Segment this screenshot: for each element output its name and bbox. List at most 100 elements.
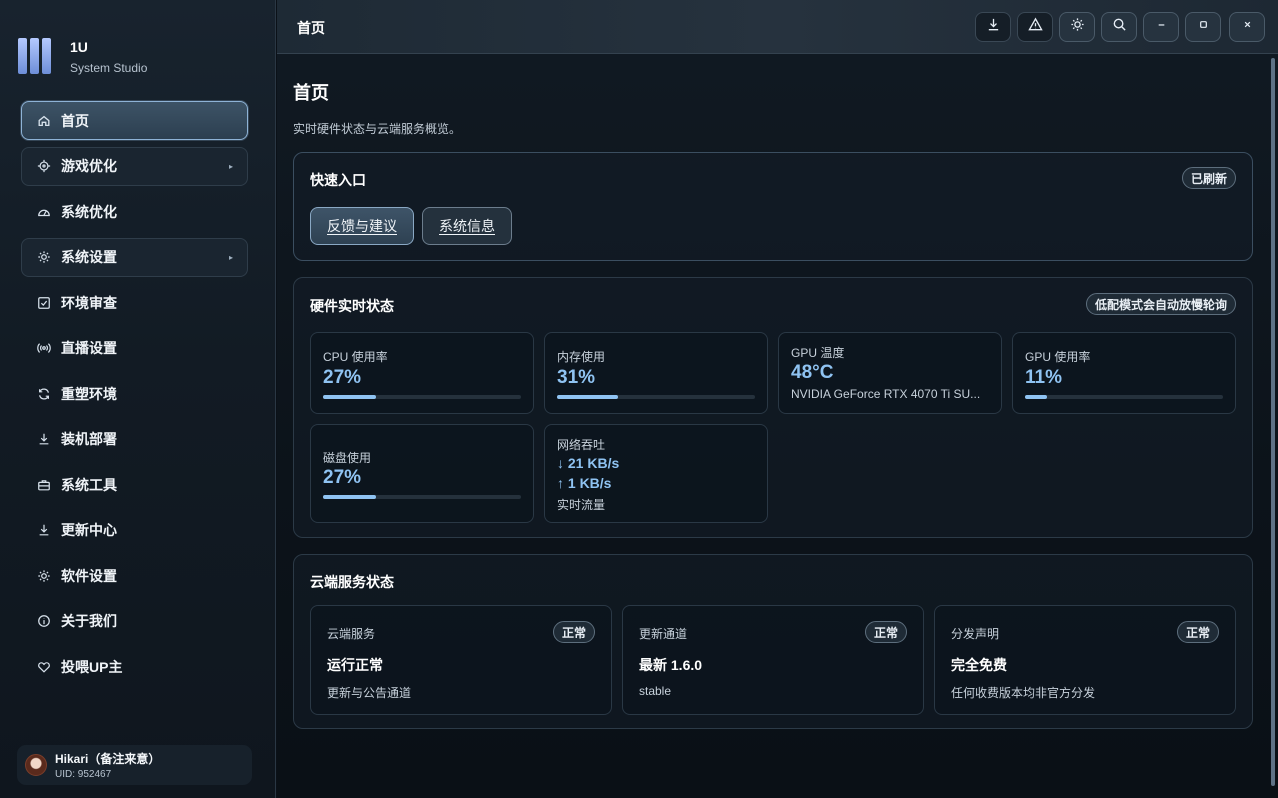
sidebar-item-reset-env[interactable]: 重塑环境: [21, 374, 248, 413]
download-button[interactable]: [975, 12, 1011, 42]
distribution-notice-tile: 分发声明 正常 完全免费 任何收费版本均非官方分发: [934, 605, 1236, 715]
crosshair-icon: [37, 159, 51, 173]
cloud-service-tile: 云端服务 正常 运行正常 更新与公告通道: [310, 605, 612, 715]
sidebar-item-system-optimize[interactable]: 系统优化: [21, 192, 248, 231]
disk-usage-bar-fill: [323, 495, 377, 499]
sidebar-item-game-optimize[interactable]: 游戏优化 ▸: [21, 146, 248, 186]
gauge-icon: [37, 205, 51, 219]
memory-usage-value: 31%: [557, 367, 596, 388]
sidebar-item-update-center[interactable]: 更新中心: [21, 511, 248, 550]
gpu-usage-tile: GPU 使用率 11%: [1012, 332, 1236, 414]
brand: 1U System Studio: [18, 38, 147, 75]
title-bar: 首页: [277, 0, 1278, 54]
user-profile[interactable]: Hikari（备注来意） UID: 952467: [17, 745, 252, 785]
page-title: 首页: [293, 83, 329, 103]
app-logo: [18, 38, 58, 74]
minimize-icon: [1154, 17, 1169, 37]
sidebar: 1U System Studio 首页 游戏优化 ▸ 系统优化 系统设置 ▸ 环…: [0, 0, 276, 798]
hardware-status-card: 硬件实时状态 低配模式会自动放慢轮询 CPU 使用率 27% 内存使用 31% …: [293, 277, 1253, 538]
window-title: 首页: [297, 20, 325, 36]
sidebar-item-label: 更新中心: [61, 522, 117, 538]
close-button[interactable]: [1229, 12, 1265, 42]
expand-caret-icon: ▸: [228, 161, 233, 171]
sidebar-nav: 首页 游戏优化 ▸ 系统优化 系统设置 ▸ 环境审查 直播设置 重塑环境 装机部…: [21, 101, 248, 693]
expand-caret-icon: ▸: [228, 252, 233, 262]
download-icon: [37, 432, 51, 446]
brand-subtitle: System Studio: [70, 61, 148, 75]
refresh-icon: [37, 387, 51, 401]
sidebar-item-system-tools[interactable]: 系统工具: [21, 465, 248, 504]
disk-usage-tile: 磁盘使用 27%: [310, 424, 534, 523]
refreshed-badge: 已刷新: [1181, 167, 1236, 189]
network-throughput-tile: 网络吞吐 ↓ 21 KB/s ↑ 1 KB/s 实时流量: [544, 424, 768, 523]
quick-entry-title: 快速入口: [310, 172, 366, 188]
cpu-usage-value: 27%: [323, 367, 362, 388]
sidebar-item-home[interactable]: 首页: [21, 101, 248, 140]
sidebar-item-donate[interactable]: 投喂UP主: [21, 647, 248, 686]
user-name: Hikari（备注来意）: [55, 752, 161, 766]
feedback-button[interactable]: 反馈与建议: [310, 207, 414, 245]
gpu-temp-value: 48°C: [791, 362, 834, 383]
cpu-usage-bar-fill: [323, 395, 377, 399]
page-subtitle: 实时硬件状态与云端服务概览。: [293, 122, 462, 136]
sidebar-item-deploy[interactable]: 装机部署: [21, 420, 248, 459]
disk-usage-value: 27%: [323, 467, 362, 488]
minimize-button[interactable]: [1143, 12, 1179, 42]
service-description: stable: [639, 684, 672, 698]
service-label: 云端服务: [327, 627, 376, 641]
service-label: 分发声明: [951, 627, 1000, 641]
sidebar-item-about[interactable]: 关于我们: [21, 602, 248, 641]
sidebar-item-label: 首页: [61, 112, 89, 129]
sidebar-item-env-check[interactable]: 环境审查: [21, 283, 248, 322]
sun-icon: [1070, 17, 1085, 37]
network-note: 实时流量: [557, 498, 606, 512]
warning-icon: [1027, 17, 1043, 37]
download-icon: [37, 523, 51, 537]
sidebar-item-label: 直播设置: [61, 340, 117, 356]
cpu-usage-tile: CPU 使用率 27%: [310, 332, 534, 414]
network-label: 网络吞吐: [557, 438, 606, 452]
theme-toggle-button[interactable]: [1059, 12, 1095, 42]
maximize-icon: [1196, 17, 1211, 37]
info-icon: [37, 614, 51, 628]
sidebar-item-system-settings[interactable]: 系统设置 ▸: [21, 237, 248, 277]
scrollbar[interactable]: [1271, 58, 1275, 786]
system-info-button[interactable]: 系统信息: [422, 207, 512, 245]
sidebar-item-label: 系统设置: [61, 249, 117, 265]
sidebar-item-label: 装机部署: [61, 431, 117, 447]
search-icon: [1112, 17, 1127, 37]
gpu-model-name: NVIDIA GeForce RTX 4070 Ti SU...: [791, 387, 981, 401]
sidebar-item-label: 系统优化: [61, 203, 117, 220]
memory-usage-tile: 内存使用 31%: [544, 332, 768, 414]
gpu-usage-bar-fill: [1025, 395, 1047, 399]
cloud-status-title: 云端服务状态: [310, 574, 394, 590]
warning-button[interactable]: [1017, 12, 1053, 42]
sidebar-item-live-settings[interactable]: 直播设置: [21, 329, 248, 368]
sidebar-item-label: 投喂UP主: [61, 658, 123, 675]
maximize-button[interactable]: [1185, 12, 1221, 42]
main-panel: 首页 首页 实时硬件状态与云端服务概览。 快速入口 已刷新 反馈与建议 系统信息…: [277, 0, 1278, 798]
search-button[interactable]: [1101, 12, 1137, 42]
hardware-status-title: 硬件实时状态: [310, 298, 394, 314]
checkbox-icon: [37, 296, 51, 310]
update-channel-tile: 更新通道 正常 最新 1.6.0 stable: [622, 605, 924, 715]
status-badge: 正常: [1176, 621, 1219, 643]
quick-entry-card: 快速入口 已刷新 反馈与建议 系统信息: [293, 152, 1253, 261]
sidebar-item-label: 系统工具: [61, 476, 117, 493]
cpu-usage-bar: [323, 395, 521, 399]
disk-usage-bar: [323, 495, 521, 499]
service-status: 运行正常: [327, 657, 383, 673]
download-icon: [986, 17, 1001, 37]
toolbox-icon: [37, 478, 51, 492]
gpu-usage-value: 11%: [1025, 367, 1062, 388]
sidebar-item-label: 关于我们: [61, 613, 117, 629]
cpu-usage-label: CPU 使用率: [323, 350, 388, 364]
service-description: 更新与公告通道: [327, 686, 412, 700]
gpu-temp-tile: GPU 温度 48°C NVIDIA GeForce RTX 4070 Ti S…: [778, 332, 1002, 414]
status-badge: 正常: [552, 621, 595, 643]
broadcast-icon: [37, 341, 51, 355]
sidebar-item-app-settings[interactable]: 软件设置: [21, 556, 248, 595]
service-status: 完全免费: [951, 657, 1007, 673]
service-label: 更新通道: [639, 627, 688, 641]
cloud-status-card: 云端服务状态 云端服务 正常 运行正常 更新与公告通道 更新通道 正常 最新 1…: [293, 554, 1253, 729]
